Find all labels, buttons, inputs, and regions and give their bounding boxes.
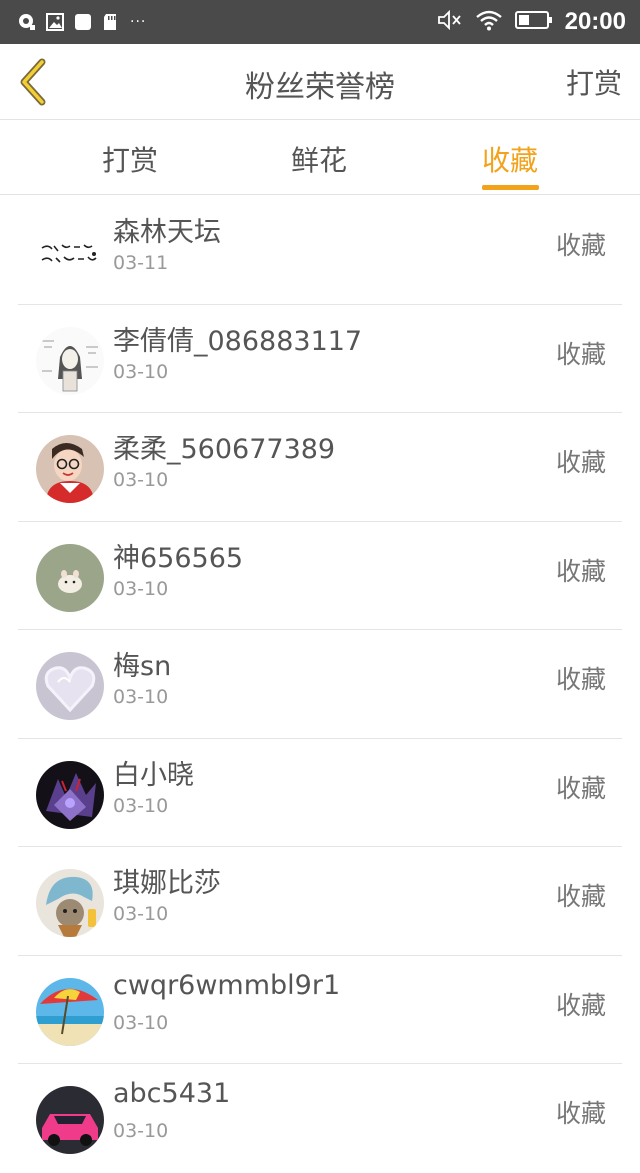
list-item[interactable]: 神656565 03-10 收藏 (18, 522, 622, 630)
fan-date: 03-10 (113, 794, 169, 817)
fan-name: 白小晓 (113, 759, 194, 791)
app-header: 粉丝荣誉榜 打赏 (0, 44, 640, 120)
fan-date: 03-10 (113, 903, 169, 925)
list-item[interactable]: cwqr6wmmbl9r1 03-10 收藏 (18, 956, 622, 1064)
list-item[interactable]: 琪娜比莎 03-10 收藏 (18, 847, 622, 956)
sd-card-icon (102, 13, 120, 31)
fan-action: 收藏 (555, 448, 606, 477)
fan-date: 03-10 (113, 686, 169, 708)
more-notifications: ··· (130, 14, 147, 30)
status-bar: ··· 20:00 (0, 0, 640, 44)
reward-button[interactable]: 打赏 (566, 62, 622, 102)
fan-list: 森林天坛 03-11 收藏 李倩倩_086883117 03-10 收藏 柔柔_… (0, 196, 640, 1173)
fan-date: 03-11 (113, 252, 169, 274)
list-item[interactable]: 柔柔_560677389 03-10 收藏 (18, 413, 622, 522)
list-item[interactable]: 森林天坛 03-11 收藏 (18, 196, 622, 305)
tab-reward[interactable]: 打赏 (102, 139, 158, 179)
fan-name: 梅sn (113, 651, 172, 682)
fan-action: 收藏 (555, 773, 606, 803)
fan-name: abc5431 (113, 1078, 231, 1109)
fan-action: 收藏 (555, 339, 606, 369)
fan-name: 森林天坛 (113, 217, 221, 248)
list-item[interactable]: 白小晓 03-10 收藏 (18, 739, 622, 847)
fan-name: 琪娜比莎 (113, 868, 221, 899)
notification-icon (18, 13, 36, 31)
heart-avatar (36, 652, 104, 720)
wifi-icon (475, 9, 503, 35)
cat-towel-avatar (36, 869, 104, 937)
fan-name: 神656565 (113, 542, 244, 574)
fan-action: 收藏 (555, 990, 606, 1020)
fan-date: 03-10 (113, 360, 169, 383)
mute-icon (437, 9, 463, 35)
clock: 20:00 (564, 8, 626, 35)
fan-date: 03-10 (113, 1120, 169, 1142)
calligraphy-avatar (36, 218, 104, 286)
fan-date: 03-10 (113, 577, 169, 600)
anime-avatar (36, 760, 104, 829)
fan-action: 收藏 (555, 1099, 606, 1128)
tab-bar: 打赏 鲜花 收藏 (0, 121, 640, 195)
fan-date: 03-10 (113, 1011, 169, 1034)
active-tab-indicator (482, 185, 539, 190)
tab-favorites[interactable]: 收藏 (482, 139, 538, 179)
beach-umbrella-avatar (36, 977, 104, 1046)
battery-icon (514, 10, 553, 34)
square-icon (74, 13, 92, 31)
fan-action: 收藏 (555, 882, 606, 911)
fan-date: 03-10 (113, 469, 169, 491)
list-item[interactable]: 梅sn 03-10 收藏 (18, 630, 622, 739)
woman-glasses-avatar (36, 435, 104, 503)
page-title: 粉丝荣誉榜 (245, 70, 395, 105)
hamster-avatar (36, 543, 104, 612)
fan-name: cwqr6wmmbl9r1 (113, 969, 341, 1001)
fan-name: 李倩倩_086883117 (113, 325, 363, 357)
fan-name: 柔柔_560677389 (113, 434, 336, 465)
fan-action: 收藏 (555, 231, 606, 260)
sketch-girl-avatar (36, 326, 104, 395)
list-item[interactable]: abc5431 03-10 收藏 (18, 1064, 622, 1173)
image-icon (46, 13, 64, 31)
pink-car-avatar (36, 1086, 104, 1154)
fan-action: 收藏 (555, 665, 606, 694)
list-item[interactable]: 李倩倩_086883117 03-10 收藏 (18, 305, 622, 413)
fan-action: 收藏 (555, 556, 606, 586)
tab-flowers[interactable]: 鲜花 (291, 139, 347, 179)
